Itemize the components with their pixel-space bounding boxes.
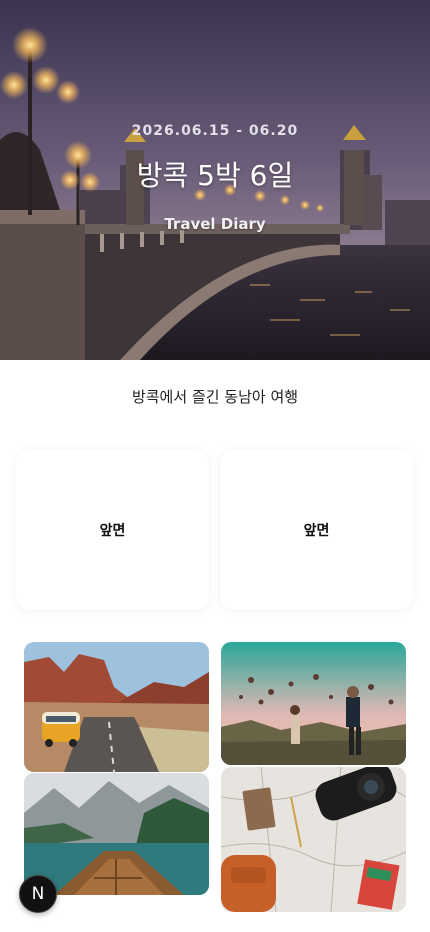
mountain-lake-boat-photo[interactable] — [24, 773, 209, 895]
hero-banner: 2026.06.15 - 06.20 방콕 5박 6일 Travel Diary — [0, 0, 430, 360]
hot-air-balloons-photo[interactable] — [221, 642, 406, 765]
flip-card-right[interactable]: 앞면 — [220, 450, 413, 610]
flip-card-left[interactable]: 앞면 — [16, 450, 209, 610]
trip-subtitle: Travel Diary — [164, 215, 266, 233]
dev-tools-badge[interactable]: N — [19, 875, 57, 913]
travel-flatlay-map-photo[interactable] — [221, 767, 406, 912]
desert-road-van-photo[interactable] — [24, 642, 209, 772]
card-front-label: 앞면 — [99, 523, 126, 539]
hero-overlay: 2026.06.15 - 06.20 방콕 5박 6일 Travel Diary — [0, 0, 430, 360]
trip-dates: 2026.06.15 - 06.20 — [131, 123, 299, 139]
card-front-label: 앞면 — [303, 523, 330, 539]
trip-title: 방콕 5박 6일 — [136, 159, 294, 192]
trip-description: 방콕에서 즐긴 동남아 여행 — [131, 388, 299, 406]
badge-letter: N — [31, 884, 45, 904]
